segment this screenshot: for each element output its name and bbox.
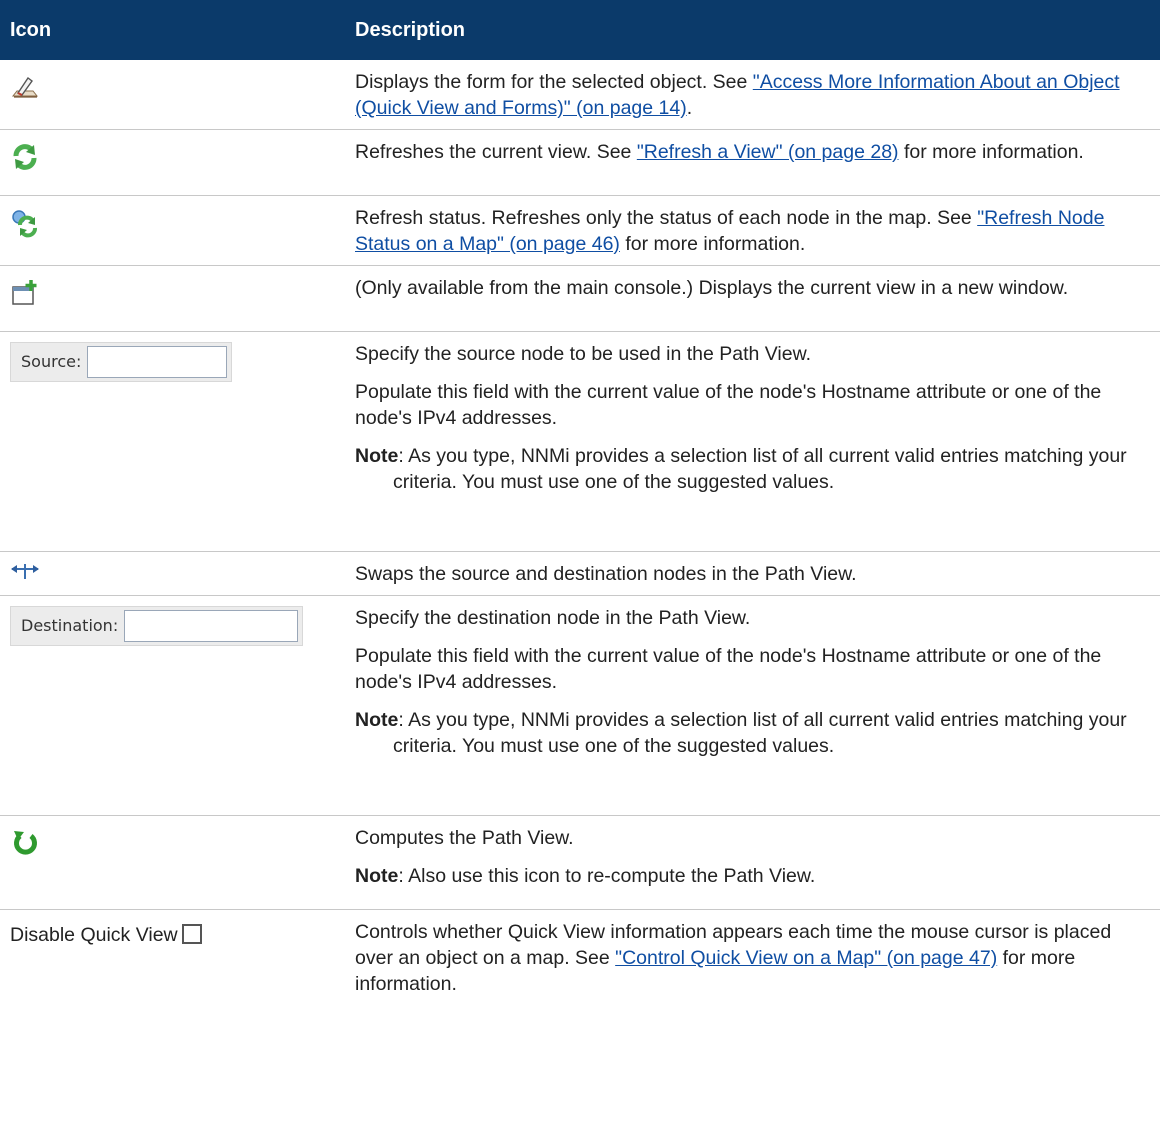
- note-text: Note: Also use this icon to re-compute t…: [355, 863, 1152, 889]
- description-cell: Swaps the source and destination nodes i…: [345, 551, 1160, 596]
- table-row: Refreshes the current view. See "Refresh…: [0, 129, 1160, 196]
- compute-icon: [14, 831, 37, 855]
- description-cell: Specify the source node to be used in th…: [345, 331, 1160, 552]
- note-label: Note: [355, 865, 399, 887]
- description-text: (Only available from the main console.) …: [355, 277, 1069, 299]
- description-text: Computes the Path View.: [355, 827, 574, 849]
- page-link[interactable]: "Refresh a View" (on page 28): [637, 141, 899, 163]
- description-text: Populate this field with the current val…: [355, 381, 1102, 429]
- header-description: Description: [345, 0, 1160, 60]
- description-text: Specify the source node to be used in th…: [355, 343, 812, 365]
- table-row: Displays the form for the selected objec…: [0, 60, 1160, 130]
- icon-cell: Source:: [0, 331, 345, 552]
- header-icon: Icon: [0, 0, 345, 60]
- disable-quick-view-label: Disable Quick View: [10, 924, 178, 946]
- note-label: Note: [355, 709, 399, 731]
- icon-cell: [0, 195, 345, 266]
- page-link[interactable]: "Control Quick View on a Map" (on page 4…: [615, 947, 997, 969]
- source-input-box: [87, 346, 228, 378]
- description-text: Controls whether Quick View information …: [355, 919, 1152, 997]
- description-cell: Controls whether Quick View information …: [345, 910, 1160, 1010]
- text-before: Displays the form for the selected objec…: [355, 71, 753, 93]
- note-body: : As you type, NNMi provides a selection…: [393, 445, 1127, 493]
- refresh-status-icon: [12, 210, 37, 238]
- icon-cell: Disable Quick View: [0, 910, 345, 1010]
- text-after: for more information.: [619, 233, 806, 255]
- note-text: Note: As you type, NNMi provides a selec…: [355, 707, 1152, 759]
- disable-quick-view-checkbox[interactable]: [181, 924, 202, 944]
- icon-cell: [0, 129, 345, 196]
- description-text: Specify the destination node in the Path…: [355, 607, 751, 629]
- destination-input-box: [124, 610, 299, 642]
- destination-label: Destination:: [21, 616, 119, 635]
- description-cell: Displays the form for the selected objec…: [345, 60, 1160, 130]
- table-header-row: Icon Description: [0, 0, 1160, 60]
- new-window-icon: [12, 280, 37, 305]
- icon-cell: Destination:: [0, 595, 345, 816]
- description-cell: Computes the Path View. Note: Also use t…: [345, 815, 1160, 910]
- note-body: : As you type, NNMi provides a selection…: [393, 709, 1127, 757]
- note-body: : Also use this icon to re-compute the P…: [398, 865, 816, 887]
- text-before: Refresh status. Refreshes only the statu…: [355, 207, 978, 229]
- icon-reference-table: Icon Description Displays the form for t…: [0, 0, 1160, 1010]
- icon-cell: [0, 551, 345, 596]
- source-label: Source:: [21, 352, 82, 371]
- description-text: Refreshes the current view. See "Refresh…: [355, 139, 1152, 165]
- refresh-icon: [13, 144, 37, 170]
- table-row: Source: Specify the source node to be us…: [0, 331, 1160, 552]
- description-text: Swaps the source and destination nodes i…: [355, 563, 857, 585]
- text-after: for more information.: [898, 141, 1084, 163]
- form-pencil-icon: [11, 76, 39, 98]
- note-label: Note: [355, 445, 399, 467]
- table-row: Refresh status. Refreshes only the statu…: [0, 195, 1160, 266]
- source-field-preview: Source:: [10, 342, 233, 382]
- icon-cell: [0, 265, 345, 332]
- description-cell: Refreshes the current view. See "Refresh…: [345, 129, 1160, 196]
- description-text: Populate this field with the current val…: [355, 645, 1102, 693]
- table-row: Destination: Specify the destination nod…: [0, 595, 1160, 816]
- table-row: Swaps the source and destination nodes i…: [0, 551, 1160, 596]
- description-cell: Specify the destination node in the Path…: [345, 595, 1160, 816]
- icon-cell: [0, 815, 345, 910]
- table-row: Computes the Path View. Note: Also use t…: [0, 815, 1160, 910]
- note-text: Note: As you type, NNMi provides a selec…: [355, 443, 1152, 495]
- description-cell: Refresh status. Refreshes only the statu…: [345, 195, 1160, 266]
- table-row: Disable Quick View Controls whether Quic…: [0, 910, 1160, 1010]
- table-row: (Only available from the main console.) …: [0, 265, 1160, 332]
- description-text: Displays the form for the selected objec…: [355, 69, 1152, 121]
- description-text: Refresh status. Refreshes only the statu…: [355, 205, 1152, 257]
- text-after: .: [686, 97, 693, 119]
- text-before: Refreshes the current view. See: [355, 141, 637, 163]
- description-cell: (Only available from the main console.) …: [345, 265, 1160, 332]
- swap-icon: [11, 564, 39, 579]
- icon-cell: [0, 60, 345, 130]
- destination-field-preview: Destination:: [10, 606, 304, 646]
